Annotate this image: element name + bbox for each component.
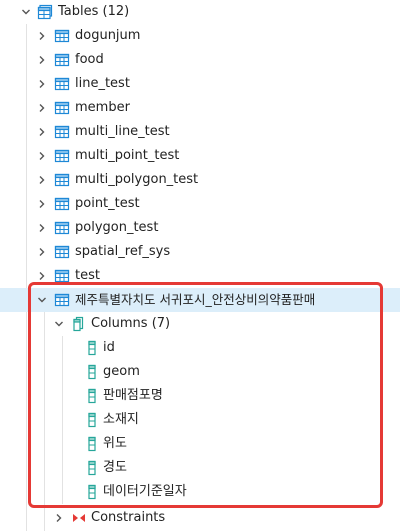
column-icon — [84, 436, 100, 452]
chevron-right-icon[interactable] — [35, 96, 49, 120]
table-row[interactable]: multi_polygon_test — [0, 168, 400, 192]
table-label: multi_line_test — [75, 124, 170, 139]
column-row[interactable]: 경도 — [0, 456, 400, 480]
table-label: line_test — [75, 76, 130, 91]
table-row[interactable]: point_test — [0, 192, 400, 216]
column-icon — [84, 388, 100, 404]
table-row[interactable]: spatial_ref_sys — [0, 240, 400, 264]
tree-node-columns[interactable]: Columns (7) — [0, 312, 400, 336]
table-label: member — [75, 100, 130, 115]
column-label: geom — [103, 364, 140, 379]
constraints-icon — [71, 510, 87, 526]
chevron-right-icon[interactable] — [52, 506, 66, 530]
chevron-right-icon[interactable] — [35, 216, 49, 240]
tables-folder-icon — [37, 4, 53, 20]
column-label: 위도 — [103, 436, 127, 451]
tree-node-constraints[interactable]: Constraints — [0, 506, 400, 530]
chevron-right-icon[interactable] — [35, 48, 49, 72]
table-row[interactable]: test — [0, 264, 400, 288]
table-label: spatial_ref_sys — [75, 244, 171, 259]
table-icon — [54, 172, 70, 188]
table-row-selected[interactable]: 제주특별자치도 서귀포시_안전상비의약품판매 — [0, 288, 400, 312]
table-label: food — [75, 52, 104, 67]
table-icon — [54, 220, 70, 236]
column-icon — [84, 484, 100, 500]
column-label: id — [103, 340, 115, 355]
table-icon — [54, 244, 70, 260]
table-icon — [54, 292, 70, 308]
tree-node-label: Columns (7) — [91, 316, 171, 331]
column-icon — [84, 364, 100, 380]
object-tree: Tables (12) dogunjum food line_test memb… — [0, 0, 400, 531]
chevron-right-icon[interactable] — [35, 264, 49, 288]
table-icon — [54, 124, 70, 140]
columns-icon — [71, 316, 87, 332]
table-row[interactable]: line_test — [0, 72, 400, 96]
table-label: polygon_test — [75, 220, 159, 235]
column-label: 소재지 — [103, 412, 139, 427]
table-label: dogunjum — [75, 28, 141, 43]
table-label: point_test — [75, 196, 140, 211]
table-icon — [54, 52, 70, 68]
column-row[interactable]: id — [0, 336, 400, 360]
table-row[interactable]: polygon_test — [0, 216, 400, 240]
chevron-right-icon[interactable] — [35, 144, 49, 168]
column-row[interactable]: 데이터기준일자 — [0, 480, 400, 504]
table-label: multi_polygon_test — [75, 172, 199, 187]
column-label: 판매점포명 — [103, 388, 163, 403]
table-icon — [54, 76, 70, 92]
column-label: 경도 — [103, 460, 127, 475]
column-icon — [84, 340, 100, 356]
table-row[interactable]: multi_line_test — [0, 120, 400, 144]
table-label: 제주특별자치도 서귀포시_안전상비의약품판매 — [75, 292, 316, 307]
column-row[interactable]: 판매점포명 — [0, 384, 400, 408]
table-icon — [54, 268, 70, 284]
tree-node-label: Constraints — [91, 510, 166, 525]
column-row[interactable]: 위도 — [0, 432, 400, 456]
tree-node-label: Tables (12) — [58, 4, 130, 19]
column-label: 데이터기준일자 — [103, 484, 187, 499]
chevron-right-icon[interactable] — [35, 240, 49, 264]
column-icon — [84, 412, 100, 428]
column-row[interactable]: 소재지 — [0, 408, 400, 432]
table-icon — [54, 148, 70, 164]
table-icon — [54, 196, 70, 212]
tree-node-tables[interactable]: Tables (12) — [0, 0, 400, 24]
table-row[interactable]: dogunjum — [0, 24, 400, 48]
table-label: test — [75, 268, 100, 283]
table-row[interactable]: multi_point_test — [0, 144, 400, 168]
chevron-down-icon[interactable] — [52, 312, 66, 336]
table-icon — [54, 28, 70, 44]
chevron-right-icon[interactable] — [35, 168, 49, 192]
table-icon — [54, 100, 70, 116]
column-icon — [84, 460, 100, 476]
chevron-right-icon[interactable] — [35, 192, 49, 216]
chevron-right-icon[interactable] — [35, 24, 49, 48]
table-label: multi_point_test — [75, 148, 180, 163]
table-row[interactable]: food — [0, 48, 400, 72]
table-row[interactable]: member — [0, 96, 400, 120]
chevron-down-icon[interactable] — [19, 0, 33, 24]
chevron-down-icon[interactable] — [35, 288, 49, 312]
chevron-right-icon[interactable] — [35, 120, 49, 144]
chevron-right-icon[interactable] — [35, 72, 49, 96]
column-row[interactable]: geom — [0, 360, 400, 384]
